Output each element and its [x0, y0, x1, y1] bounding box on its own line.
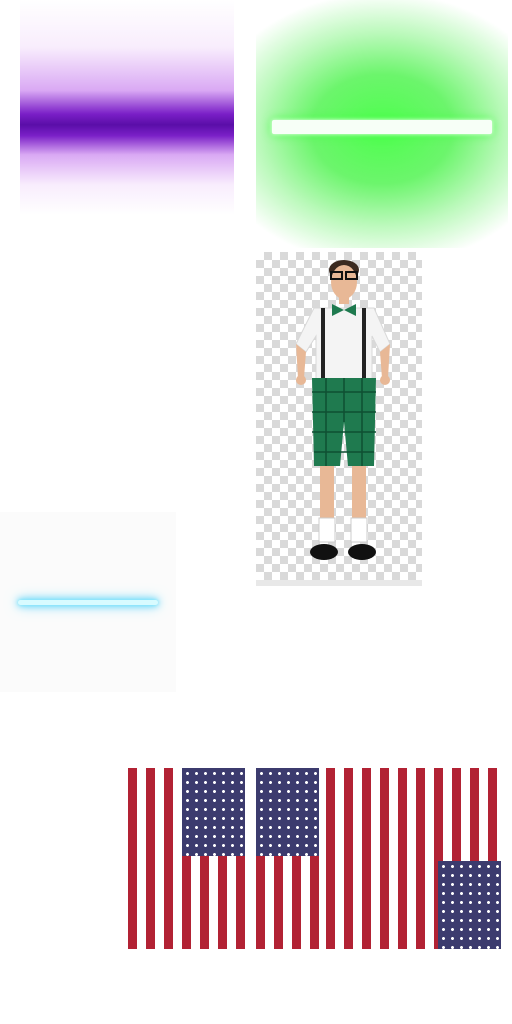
us-flag-image: [128, 768, 245, 949]
us-flag-image: [256, 768, 326, 949]
purple-neon-tube-image: [20, 0, 234, 215]
stars-canton-icon: [438, 861, 501, 949]
green-neon-tube-core: [272, 120, 492, 134]
us-flag-image: [326, 768, 502, 949]
person-cutout-image: [256, 252, 422, 586]
blue-neon-tube-image: [0, 512, 176, 692]
green-neon-tube-image: [256, 0, 508, 248]
person-figure-icon: [295, 260, 391, 560]
stars-canton-icon: [182, 768, 245, 856]
stars-canton-icon: [256, 768, 319, 856]
blue-neon-tube-core: [18, 600, 158, 605]
